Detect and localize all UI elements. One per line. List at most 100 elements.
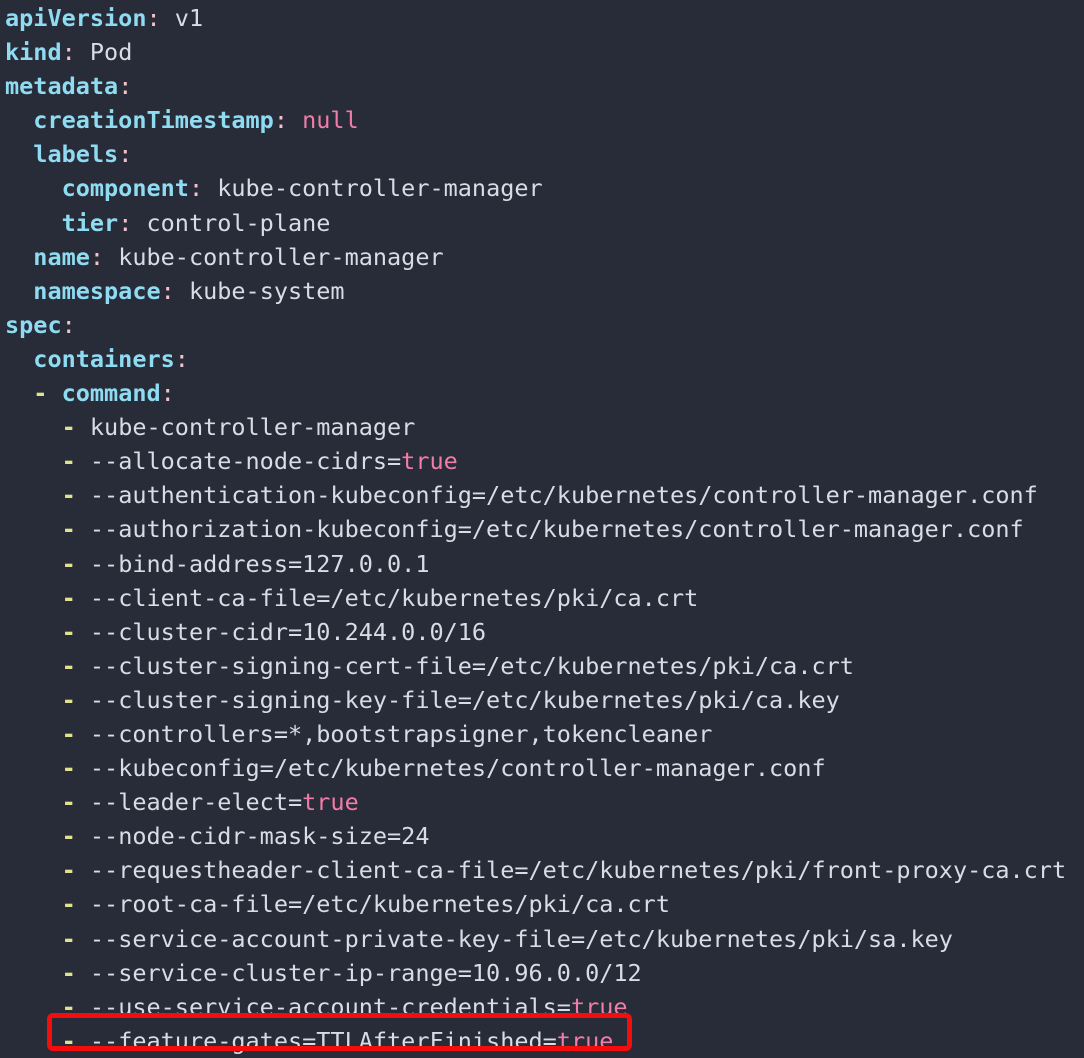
yaml-colon: : bbox=[146, 4, 161, 32]
yaml-colon: : bbox=[160, 379, 175, 408]
code-line[interactable]: metadata: bbox=[5, 69, 1084, 103]
yaml-key: metadata bbox=[5, 72, 119, 101]
list-dash-marker: - bbox=[61, 549, 76, 578]
code-line[interactable]: - --service-account-private-key-file=/et… bbox=[5, 922, 1084, 956]
code-line[interactable]: - --client-ca-file=/etc/kubernetes/pki/c… bbox=[5, 581, 1084, 615]
yaml-colon: : bbox=[89, 242, 105, 271]
dash-gap bbox=[76, 481, 90, 509]
dash-gap bbox=[76, 822, 90, 850]
yaml-value: --kubeconfig=/etc/kubernetes/controller-… bbox=[89, 754, 826, 783]
yaml-value: Pod bbox=[89, 38, 133, 67]
yaml-colon: : bbox=[118, 72, 133, 101]
yaml-value: --requestheader-client-ca-file=/etc/kube… bbox=[89, 856, 1067, 885]
code-line[interactable]: - --cluster-signing-cert-file=/etc/kuber… bbox=[5, 649, 1084, 683]
dash-gap bbox=[76, 925, 90, 953]
code-line[interactable]: namespace: kube-system bbox=[5, 274, 1084, 308]
code-line[interactable]: - --bind-address=127.0.0.1 bbox=[5, 547, 1084, 581]
list-dash-marker: - bbox=[61, 685, 76, 714]
code-line[interactable]: - --use-service-account-credentials=true bbox=[5, 990, 1084, 1024]
code-line[interactable]: kind: Pod bbox=[5, 35, 1084, 69]
code-line[interactable]: - --kubeconfig=/etc/kubernetes/controlle… bbox=[5, 751, 1084, 785]
code-line[interactable]: - --service-cluster-ip-range=10.96.0.0/1… bbox=[5, 956, 1084, 990]
dash-gap bbox=[76, 618, 90, 646]
yaml-literal-value: true bbox=[302, 788, 359, 817]
code-line[interactable]: spec: bbox=[5, 308, 1084, 342]
code-line[interactable]: apiVersion: v1 bbox=[5, 1, 1084, 35]
key-value-gap bbox=[76, 38, 90, 66]
yaml-colon: : bbox=[188, 174, 204, 203]
list-dash-marker: - bbox=[61, 651, 76, 680]
dash-gap bbox=[76, 754, 90, 782]
yaml-value: kube-system bbox=[188, 276, 345, 305]
yaml-key: apiVersion bbox=[5, 4, 147, 32]
code-line[interactable]: - --cluster-signing-key-file=/etc/kubern… bbox=[5, 683, 1084, 717]
yaml-value: --client-ca-file=/etc/kubernetes/pki/ca.… bbox=[89, 583, 699, 612]
list-dash-marker: - bbox=[61, 515, 76, 544]
list-dash-marker: - bbox=[61, 413, 76, 442]
yaml-value: --allocate-node-cidrs= bbox=[89, 447, 402, 476]
list-dash-marker: - bbox=[61, 924, 76, 953]
yaml-value: --cluster-signing-cert-file=/etc/kuberne… bbox=[89, 651, 854, 680]
list-dash-marker: - bbox=[61, 481, 76, 510]
yaml-literal-value: true bbox=[570, 992, 628, 1021]
dash-gap bbox=[76, 720, 90, 748]
key-value-gap bbox=[132, 209, 146, 237]
yaml-key: tier bbox=[61, 208, 119, 237]
code-line[interactable]: - --cluster-cidr=10.244.0.0/16 bbox=[5, 615, 1084, 649]
yaml-value: control-plane bbox=[146, 208, 331, 237]
code-line[interactable]: - --authorization-kubeconfig=/etc/kubern… bbox=[5, 512, 1084, 546]
yaml-value: --bind-address=127.0.0.1 bbox=[89, 549, 430, 578]
code-line[interactable]: tier: control-plane bbox=[5, 206, 1084, 240]
code-line[interactable]: - kube-controller-manager bbox=[5, 410, 1084, 444]
yaml-key: command bbox=[61, 379, 161, 408]
yaml-colon: : bbox=[273, 106, 288, 135]
code-line[interactable]: name: kube-controller-manager bbox=[5, 240, 1084, 274]
code-line[interactable]: - --authentication-kubeconfig=/etc/kuber… bbox=[5, 478, 1084, 512]
list-dash-marker: - bbox=[61, 856, 76, 885]
code-line[interactable]: creationTimestamp: null bbox=[5, 103, 1084, 137]
key-value-gap bbox=[104, 243, 118, 271]
list-dash-marker: - bbox=[33, 379, 48, 408]
yaml-colon: : bbox=[160, 276, 175, 305]
yaml-literal-value: true bbox=[556, 1026, 614, 1055]
dash-gap bbox=[47, 379, 61, 407]
list-dash-marker: - bbox=[61, 754, 76, 783]
code-line[interactable]: - --node-cidr-mask-size=24 bbox=[5, 819, 1084, 853]
code-line[interactable]: - --feature-gates=TTLAfterFinished=true bbox=[5, 1024, 1084, 1058]
dash-gap bbox=[76, 993, 90, 1021]
code-lines-container[interactable]: apiVersion: v1 kind: Pod metadata: creatio… bbox=[0, 0, 1084, 1058]
code-line[interactable]: - --root-ca-file=/etc/kubernetes/pki/ca.… bbox=[5, 887, 1084, 921]
yaml-colon: : bbox=[61, 310, 76, 339]
code-line[interactable]: - --allocate-node-cidrs=true bbox=[5, 444, 1084, 478]
yaml-code-viewer: apiVersion: v1 kind: Pod metadata: creatio… bbox=[0, 0, 1084, 1058]
code-line[interactable]: containers: bbox=[5, 342, 1084, 376]
dash-gap bbox=[76, 959, 90, 987]
yaml-literal-value: null bbox=[302, 106, 359, 135]
key-value-gap bbox=[161, 4, 175, 32]
code-line[interactable]: - --controllers=*,bootstrapsigner,tokenc… bbox=[5, 717, 1084, 751]
code-line[interactable]: - --leader-elect=true bbox=[5, 785, 1084, 819]
code-line[interactable]: labels: bbox=[5, 137, 1084, 171]
yaml-key: namespace bbox=[33, 276, 161, 305]
list-dash-marker: - bbox=[61, 447, 76, 476]
yaml-value: --authorization-kubeconfig=/etc/kubernet… bbox=[89, 515, 1024, 544]
yaml-key: component bbox=[61, 174, 189, 203]
dash-gap bbox=[76, 413, 90, 441]
code-line[interactable]: - --requestheader-client-ca-file=/etc/ku… bbox=[5, 853, 1084, 887]
code-line[interactable]: component: kube-controller-manager bbox=[5, 171, 1084, 205]
yaml-key: labels bbox=[33, 140, 119, 169]
code-line[interactable]: - command: bbox=[5, 376, 1084, 410]
